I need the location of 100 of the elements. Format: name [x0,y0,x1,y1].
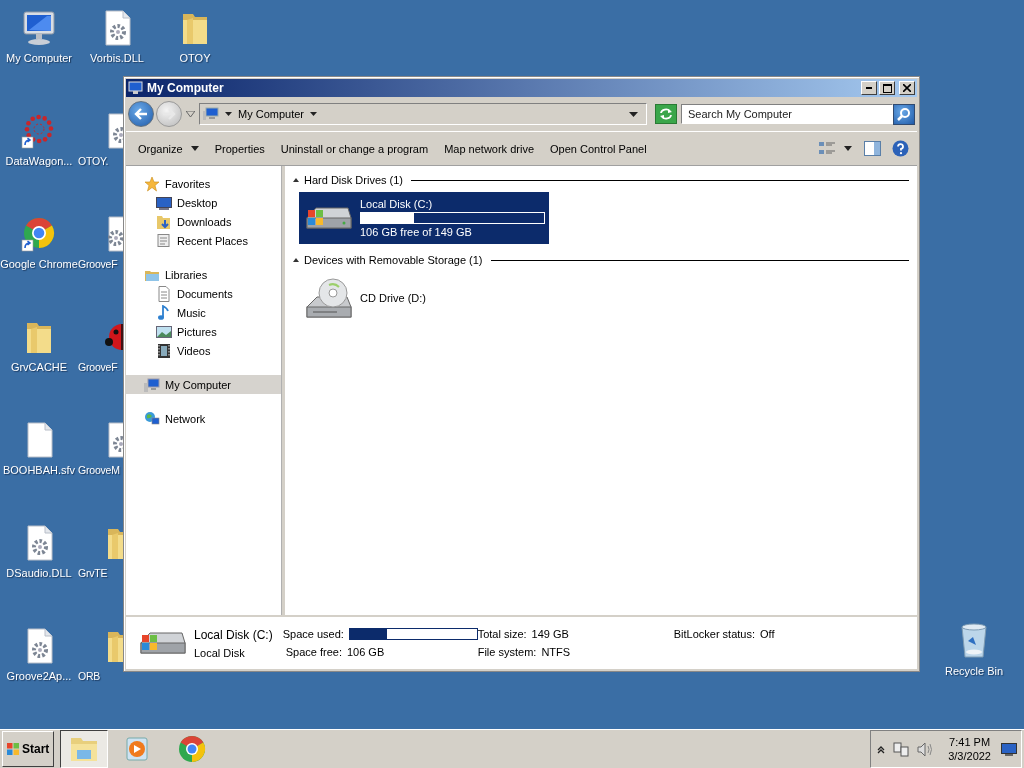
caret-icon [190,146,199,151]
nav-item[interactable]: Documents [126,284,281,303]
nav-item[interactable]: Desktop [126,193,281,212]
refresh-icon [659,108,673,120]
toolbar-button[interactable]: Open Control Panel [542,138,655,159]
nav-item[interactable]: Favorites [126,174,281,193]
download-folder-icon [156,213,172,230]
item-name: Local Disk (C:) [194,627,273,642]
caret-icon[interactable] [310,112,318,116]
computer-icon [203,107,219,121]
minimize-icon [866,87,872,89]
star-icon [144,175,160,192]
nav-item[interactable]: Libraries [126,265,281,284]
nav-item[interactable]: Downloads [126,212,281,231]
icon-label: DataWagon... [5,155,73,167]
close-button[interactable] [899,81,915,95]
caret-icon[interactable] [844,146,852,151]
clock-time[interactable]: 7:41 PM [949,736,991,748]
toolbar-button[interactable]: Map network drive [436,138,542,159]
icon-label: GrooveF [78,361,118,373]
field-value: Off [760,628,775,640]
computer-icon [128,81,144,95]
icon-label: GrvTE [78,567,108,579]
search-icon [897,107,911,121]
icon-label: ORB [78,670,101,682]
document-icon [156,285,172,302]
nav-item[interactable]: Videos [126,341,281,360]
field-label: Total size: [477,628,527,640]
monitor-icon [156,194,172,211]
recent-places-icon [156,232,172,249]
show-desktop-icon[interactable] [1001,742,1017,756]
refresh-button[interactable] [655,104,677,124]
address-field[interactable]: My Computer [199,103,647,125]
start-button[interactable]: Start [2,731,54,767]
icon-label: Vorbis.DLL [90,52,144,64]
explorer-task-button[interactable] [60,730,108,768]
minimize-button[interactable] [861,81,877,95]
icon-label: GrooveM [78,464,120,476]
field-label: File system: [477,646,537,658]
network-icon [144,410,160,427]
field-value: 106 GB [346,646,385,658]
history-caret-icon[interactable] [186,111,195,117]
field-label: Space free: [285,646,342,658]
collapse-caret-icon[interactable] [293,258,299,262]
cd-drive-icon [306,278,352,318]
back-arrow-icon [134,108,148,120]
help-icon[interactable] [892,140,909,157]
film-icon [156,342,172,359]
drive-name: CD Drive (D:) [360,292,427,304]
drive-free-space: 106 GB free of 149 GB [360,226,473,238]
group-header[interactable]: Devices with Removable Storage (1) [304,254,483,266]
nav-item[interactable]: Music [126,303,281,322]
window-title: My Computer [147,81,224,95]
nav-item[interactable]: My Computer [126,375,281,394]
nav-item[interactable]: Pictures [126,322,281,341]
close-icon [903,84,911,92]
drive-name: Local Disk (C:) [360,198,434,210]
field-label: Space used: [282,628,344,640]
drive-tile[interactable]: CD Drive (D:) [299,272,549,324]
icon-label: OTOY. [78,155,109,167]
field-value: 149 GB [531,628,569,640]
icon-label: Recycle Bin [944,665,1004,677]
hard-drive-icon [140,632,186,654]
toolbar-button[interactable]: Uninstall or change a program [272,138,437,159]
group-header[interactable]: Hard Disk Drives (1) [304,174,403,186]
menu-button[interactable]: Organize [130,138,207,159]
caret-icon[interactable] [225,112,232,116]
nav-item[interactable]: Network [126,409,281,428]
back-button[interactable] [128,101,154,127]
clock-date[interactable]: 3/3/2022 [948,750,991,762]
field-label: BitLocker status: [673,628,755,640]
icon-label: Groove2Ap... [6,670,72,682]
hard-drive-icon [306,207,352,229]
icon-label: BOOHBAH.sfv [2,464,76,476]
icon-label: Google Chrome [0,258,78,270]
icon-label: OTOY [179,52,211,64]
preview-pane-icon[interactable] [864,141,881,156]
item-type: Local Disk [194,646,246,659]
address-location[interactable]: My Computer [238,108,305,120]
chevron-up-icon[interactable] [877,744,886,754]
maximize-icon [882,83,892,93]
search-field[interactable]: Search My Computer [681,104,893,124]
music-note-icon [156,304,172,321]
network-icon[interactable] [893,741,910,757]
icon-label: GrooveF [78,258,118,270]
collapse-caret-icon[interactable] [293,178,299,182]
dropdown-caret-icon[interactable] [629,111,638,117]
maximize-button[interactable] [879,81,895,95]
search-button[interactable] [893,103,915,125]
drive-tile[interactable]: Local Disk (C:) 106 GB free of 149 GB [299,192,549,244]
icon-label: My Computer [6,52,72,64]
field-value: NTFS [541,646,571,658]
icon-label: DSaudio.DLL [6,567,72,579]
speaker-icon[interactable] [917,741,935,757]
toolbar-button[interactable]: Properties [206,138,273,159]
icon-label: GrvCACHE [10,361,68,373]
nav-item[interactable]: Recent Places [126,231,281,250]
picture-icon [156,323,172,340]
windows-logo-icon [6,742,20,756]
computer-icon [144,376,160,393]
